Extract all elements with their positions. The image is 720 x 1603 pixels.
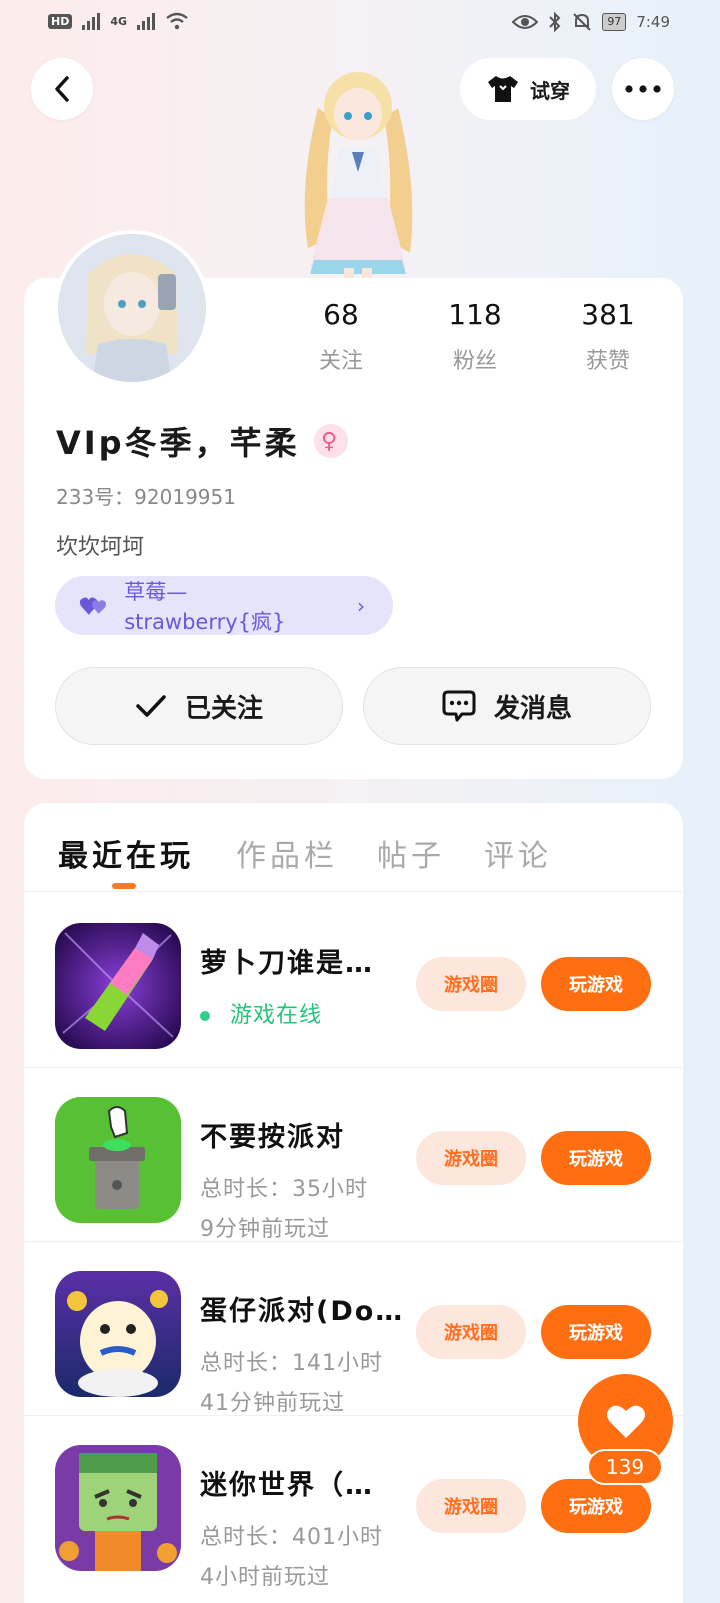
try-on-label: 试穿: [530, 78, 570, 103]
game-last-played: 9分钟前玩过: [200, 1217, 330, 1242]
stat-label: 获赞: [585, 349, 630, 374]
tab-posts[interactable]: 帖子: [377, 831, 445, 875]
play-game-button[interactable]: 玩游戏: [541, 957, 651, 1011]
chevron-left-icon: [55, 76, 69, 102]
stat-following[interactable]: 68 关注: [286, 298, 396, 375]
game-row[interactable]: 蛋仔派对(Do… 总时长：141小时 41分钟前玩过 游戏圈 玩游戏: [24, 1241, 683, 1416]
tab-comments[interactable]: 评论: [484, 831, 552, 875]
game-icon: [55, 1097, 181, 1223]
nickname: VIp冬季，芊柔 ♀: [56, 418, 348, 464]
female-gender-icon: ♀: [313, 424, 348, 458]
stat-label: 关注: [318, 349, 363, 374]
wifi-icon: [166, 12, 188, 30]
status-right: 97 7:49: [512, 12, 670, 32]
check-icon: [136, 695, 166, 717]
mute-bell-icon: [573, 13, 592, 31]
stat-value: 381: [581, 298, 635, 331]
game-title: 迷你世界（…: [200, 1470, 374, 1501]
play-game-button[interactable]: 玩游戏: [541, 1131, 651, 1185]
tab-works[interactable]: 作品栏: [236, 831, 338, 875]
game-circle-button[interactable]: 游戏圈: [416, 957, 526, 1011]
user-bio: 坎坎坷坷: [56, 535, 145, 560]
avatar[interactable]: [54, 230, 210, 386]
chevron-right-icon: ›: [357, 593, 365, 618]
try-on-button[interactable]: 试穿: [460, 58, 596, 120]
game-status: 游戏在线: [200, 997, 322, 1029]
game-circle-button[interactable]: 游戏圈: [416, 1305, 526, 1359]
online-status-text: 游戏在线: [230, 1003, 323, 1028]
battery-icon: 97: [602, 13, 627, 31]
game-last-played: 4小时前玩过: [200, 1565, 330, 1590]
game-circle-button[interactable]: 游戏圈: [416, 1131, 526, 1185]
play-game-button[interactable]: 玩游戏: [541, 1479, 651, 1533]
game-last-played: 41分钟前玩过: [200, 1391, 345, 1416]
hearts-icon: [79, 597, 107, 615]
active-tab-indicator: [112, 883, 136, 889]
recent-games-card: 最近在玩 作品栏 帖子 评论 萝卜刀谁是… 游戏在线 游戏圈 玩游戏 不要按派对…: [24, 803, 683, 1603]
stat-value: 118: [448, 298, 502, 331]
chat-bubble-icon: [442, 690, 476, 722]
game-row[interactable]: 萝卜刀谁是… 游戏在线 游戏圈 玩游戏: [24, 893, 683, 1068]
game-title: 萝卜刀谁是…: [200, 948, 374, 979]
game-icon: [55, 923, 181, 1049]
game-icon: [55, 1271, 181, 1397]
hd-badge: HD: [48, 13, 73, 29]
heart-icon: [606, 1405, 645, 1438]
signal-icon-2: [137, 12, 156, 30]
club-name: 草莓—strawberry{疯}: [124, 579, 286, 634]
game-icon: [55, 1445, 181, 1571]
like-count: 139: [587, 1449, 663, 1485]
game-row[interactable]: 不要按派对 总时长：35小时 9分钟前玩过 游戏圈 玩游戏: [24, 1067, 683, 1242]
stat-label: 粉丝: [452, 349, 497, 374]
more-button[interactable]: [612, 58, 674, 120]
game-total-time: 总时长：141小时: [200, 1351, 383, 1376]
game-total-time: 总时长：401小时: [200, 1525, 383, 1550]
back-button[interactable]: [31, 58, 93, 120]
network-label: 4G: [110, 14, 128, 28]
game-total-time: 总时长：35小时: [200, 1177, 368, 1202]
stat-likes[interactable]: 381 获赞: [553, 298, 663, 375]
signal-icon: [82, 12, 101, 30]
user-id: 233号：92019951: [56, 485, 236, 509]
avatar-image: [58, 234, 206, 382]
clock: 7:49: [636, 13, 670, 31]
online-dot-icon: [200, 1011, 210, 1021]
game-circle-button[interactable]: 游戏圈: [416, 1479, 526, 1533]
game-title: 不要按派对: [200, 1122, 345, 1153]
tab-recently-played[interactable]: 最近在玩: [58, 831, 194, 875]
following-label: 已关注: [184, 693, 263, 724]
status-left: HD 4G: [48, 12, 189, 30]
play-game-button[interactable]: 玩游戏: [541, 1305, 651, 1359]
stat-value: 68: [323, 298, 359, 331]
nickname-text: VIp冬季，芊柔: [56, 424, 300, 462]
following-button[interactable]: 已关注: [55, 667, 343, 745]
game-title: 蛋仔派对(Do…: [200, 1296, 405, 1327]
bluetooth-icon: [549, 12, 561, 32]
send-message-label: 发消息: [493, 693, 572, 724]
tshirt-icon: [488, 76, 518, 102]
more-dots-icon: [625, 85, 661, 93]
avatar-character-image: [304, 72, 413, 280]
stat-followers[interactable]: 118 粉丝: [420, 298, 530, 375]
eye-icon: [512, 15, 539, 29]
send-message-button[interactable]: 发消息: [363, 667, 651, 745]
profile-tabs: 最近在玩 作品栏 帖子 评论: [24, 803, 683, 892]
club-badge[interactable]: 草莓—strawberry{疯} ›: [55, 576, 393, 635]
status-bar: HD 4G 97 7:49: [0, 0, 720, 48]
